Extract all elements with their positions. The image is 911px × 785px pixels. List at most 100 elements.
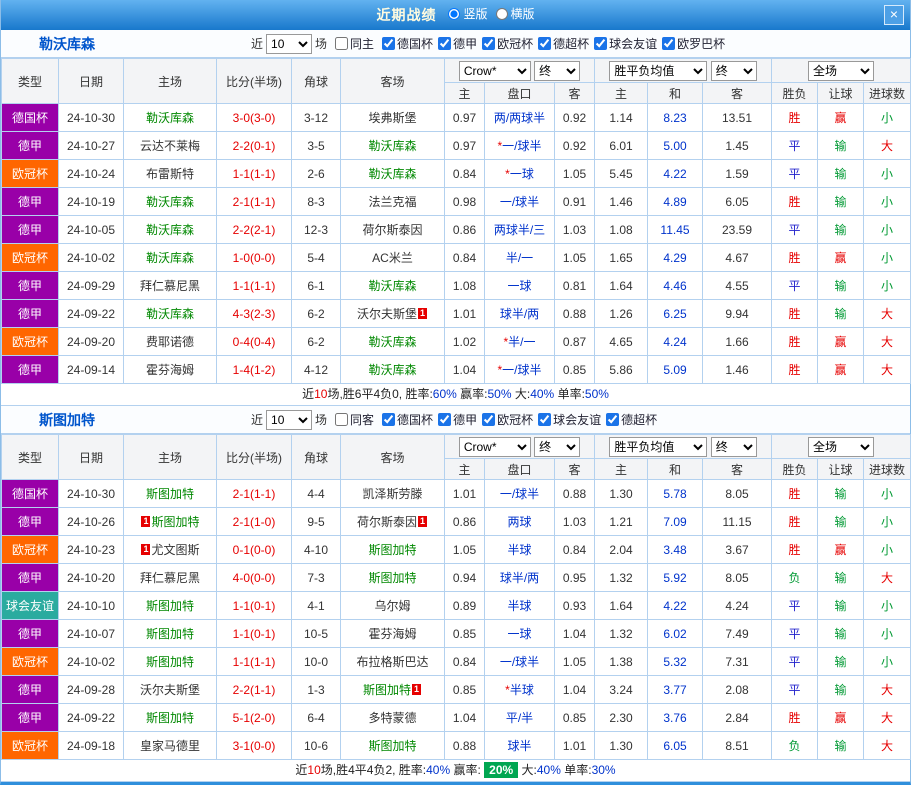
league-filter-德甲[interactable]: 德甲 — [438, 411, 477, 428]
subcol-asian-away-odds: 客 — [555, 83, 595, 104]
league-cell: 欧冠杯 — [2, 328, 59, 356]
europe-draw-odds-cell: 4.29 — [648, 244, 703, 272]
subcol-europe-draw-odds: 和 — [648, 83, 703, 104]
odds-company-select[interactable]: Crow* — [459, 61, 531, 81]
league-filter-德甲[interactable]: 德甲 — [438, 35, 477, 52]
corner-cell: 2-6 — [292, 160, 341, 188]
europe-home-odds-cell: 1.64 — [595, 272, 648, 300]
league-checkbox[interactable] — [538, 37, 551, 50]
league-filter-球会友谊[interactable]: 球会友谊 — [538, 411, 601, 428]
europe-draw-odds-cell: 5.32 — [648, 648, 703, 676]
europe-odds-select[interactable]: 胜平负均值 — [609, 61, 707, 81]
scope-select[interactable]: 全场 — [808, 437, 874, 457]
europe-odds-select[interactable]: 胜平负均值 — [609, 437, 707, 457]
date-cell: 24-10-02 — [59, 244, 124, 272]
league-filter-德国杯[interactable]: 德国杯 — [382, 35, 433, 52]
odds-stage-select[interactable]: 终 — [534, 61, 580, 81]
league-checkbox[interactable] — [594, 37, 607, 50]
asian-home-odds-cell: 1.01 — [445, 480, 485, 508]
layout-radio[interactable] — [496, 8, 508, 20]
date-cell: 24-10-27 — [59, 132, 124, 160]
team-name-text: 凯泽斯劳滕 — [362, 487, 422, 501]
handicap-result-cell: 赢 — [818, 328, 864, 356]
europe-draw-odds-cell: 4.46 — [648, 272, 703, 300]
league-filter-球会友谊[interactable]: 球会友谊 — [594, 35, 657, 52]
games-count-select[interactable]: 10 — [266, 410, 312, 430]
europe-stage-select[interactable]: 终 — [711, 437, 757, 457]
layout-option-vertical[interactable]: 竖版 — [448, 5, 487, 22]
league-checkbox[interactable] — [662, 37, 675, 50]
team-name-text: 布雷斯特 — [146, 167, 194, 181]
asian-home-odds-cell: 1.04 — [445, 356, 485, 384]
scope-select[interactable]: 全场 — [808, 61, 874, 81]
odds-company-select[interactable]: Crow* — [459, 437, 531, 457]
europe-away-odds-cell: 11.15 — [703, 508, 772, 536]
goals-result-cell: 小 — [864, 104, 911, 132]
summary-segment: 场,胜6平4负0, 胜率: — [327, 387, 432, 401]
goals-result-cell: 大 — [864, 704, 911, 732]
league-checkbox[interactable] — [538, 413, 551, 426]
league-checkbox[interactable] — [482, 37, 495, 50]
subcol-europe-away-odds: 客 — [703, 459, 772, 480]
result-cell: 平 — [772, 592, 818, 620]
team-name-text: 尤文图斯 — [151, 543, 199, 557]
same-venue-filter[interactable]: 同主 — [335, 35, 374, 52]
titlebar-center: 近期战绩 竖版横版 — [1, 5, 910, 25]
league-checkbox[interactable] — [382, 37, 395, 50]
layout-radio[interactable] — [448, 8, 460, 20]
league-checkbox[interactable] — [438, 413, 451, 426]
league-filter-德超杯[interactable]: 德超杯 — [606, 411, 657, 428]
league-checkbox[interactable] — [382, 413, 395, 426]
same-venue-filter[interactable]: 同客 — [335, 411, 374, 428]
home-team-cell: 斯图加特 — [124, 592, 217, 620]
same-venue-checkbox[interactable] — [335, 413, 348, 426]
col-type: 类型 — [2, 59, 59, 104]
date-cell: 24-09-20 — [59, 328, 124, 356]
score-cell: 2-2(1-1) — [217, 676, 292, 704]
close-button[interactable]: × — [884, 5, 904, 25]
asian-away-odds-cell: 0.91 — [555, 188, 595, 216]
filters-bar: 近 10 场 同主 德国杯德甲欧冠杯德超杯球会友谊欧罗巴杯 — [251, 34, 725, 54]
league-checkbox[interactable] — [438, 37, 451, 50]
league-filter-欧冠杯[interactable]: 欧冠杯 — [482, 35, 533, 52]
recent-results-popup: 近期战绩 竖版横版 × 勒沃库森 近 10 场 同主 德国杯德甲欧冠杯德超杯球会… — [0, 0, 911, 785]
europe-home-odds-cell: 6.01 — [595, 132, 648, 160]
subcol-europe-home-odds: 主 — [595, 83, 648, 104]
league-label: 欧冠杯 — [497, 35, 533, 52]
away-team-cell: 埃弗斯堡 — [341, 104, 445, 132]
goals-result-cell: 大 — [864, 328, 911, 356]
europe-draw-odds-cell: 6.02 — [648, 620, 703, 648]
league-filter-欧冠杯[interactable]: 欧冠杯 — [482, 411, 533, 428]
handicap-star: * — [497, 363, 502, 377]
league-checkbox[interactable] — [482, 413, 495, 426]
asian-odds-group: Crow* 终 — [445, 435, 595, 459]
league-filter-德超杯[interactable]: 德超杯 — [538, 35, 589, 52]
games-count-select[interactable]: 10 — [266, 34, 312, 54]
layout-option-horizontal[interactable]: 横版 — [496, 5, 535, 22]
handicap-cell: *一/球半 — [485, 132, 555, 160]
asian-away-odds-cell: 1.01 — [555, 732, 595, 760]
league-filter-欧罗巴杯[interactable]: 欧罗巴杯 — [662, 35, 725, 52]
handicap-cell: 半球 — [485, 536, 555, 564]
asian-away-odds-cell: 0.85 — [555, 356, 595, 384]
home-team-cell: 皇家马德里 — [124, 732, 217, 760]
summary-segment: 40% — [426, 763, 450, 777]
col-corner: 角球 — [292, 59, 341, 104]
goals-result-cell: 小 — [864, 160, 911, 188]
europe-draw-odds-cell: 8.23 — [648, 104, 703, 132]
team-name: 勒沃库森 — [39, 34, 251, 54]
asian-home-odds-cell: 0.85 — [445, 620, 485, 648]
subcol-goals: 进球数 — [864, 83, 911, 104]
odds-stage-select[interactable]: 终 — [534, 437, 580, 457]
league-cell: 欧冠杯 — [2, 732, 59, 760]
europe-home-odds-cell: 5.86 — [595, 356, 648, 384]
league-checkbox[interactable] — [606, 413, 619, 426]
europe-stage-select[interactable]: 终 — [711, 61, 757, 81]
same-venue-checkbox[interactable] — [335, 37, 348, 50]
score-cell: 4-0(0-0) — [217, 564, 292, 592]
team-name-text: 斯图加特 — [363, 683, 411, 697]
home-team-cell: 1尤文图斯 — [124, 536, 217, 564]
match-row: 德甲24-10-07斯图加特1-1(0-1)10-5霍芬海姆0.85一球1.04… — [2, 620, 911, 648]
league-filter-德国杯[interactable]: 德国杯 — [382, 411, 433, 428]
handicap-result-cell: 输 — [818, 648, 864, 676]
